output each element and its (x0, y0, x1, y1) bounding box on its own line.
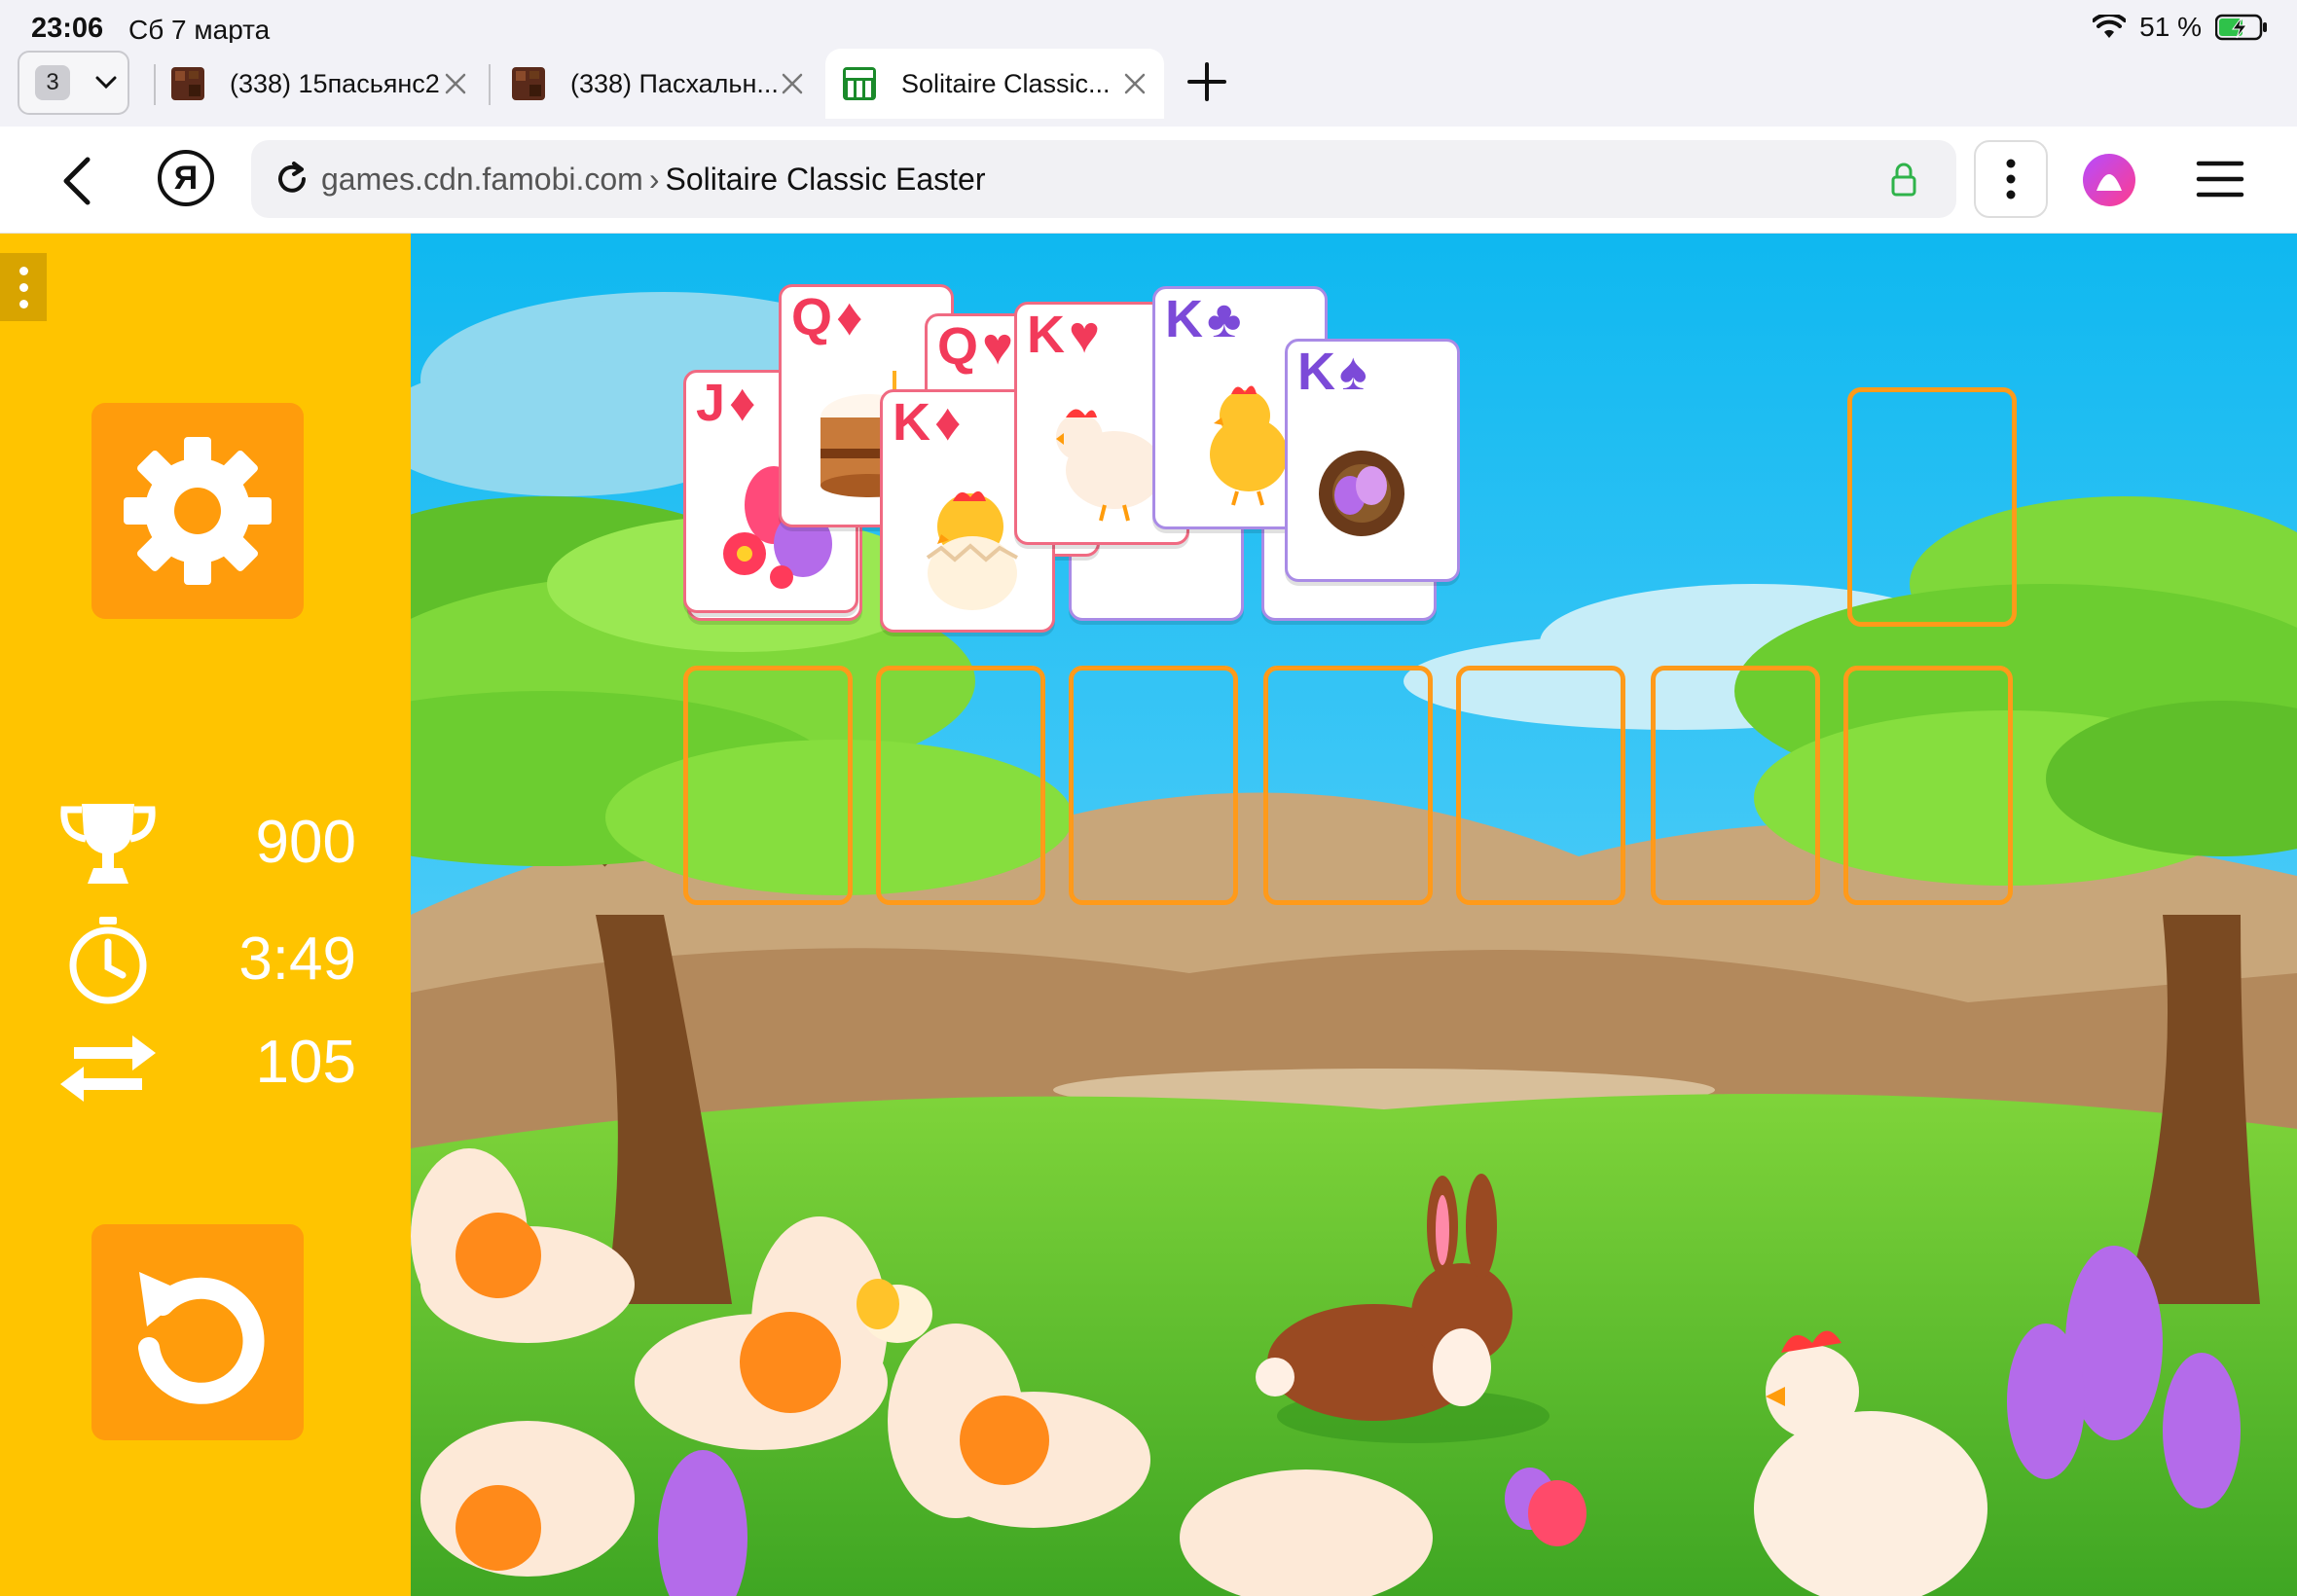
tab-title: (338) 15пасьянс2 (230, 68, 440, 98)
card-rank-suit: Q ♦ (791, 291, 863, 344)
close-icon[interactable] (442, 70, 469, 97)
diamond-suit-icon: ♦ (729, 374, 756, 432)
settings-button[interactable] (91, 403, 304, 619)
tab-separator (489, 64, 491, 105)
game-viewport: 900 3:49 105 J ♦ Q ♦ Q ♥ K ♦ K ♥ K ♣ K ♠ (0, 234, 2297, 1596)
heart-suit-icon: ♥ (982, 317, 1014, 376)
tableau-slot-2[interactable] (876, 666, 1045, 905)
tableau-slot-5[interactable] (1456, 666, 1625, 905)
card-rank: K (1297, 343, 1335, 401)
moves-value: 105 (255, 1029, 356, 1096)
tab-favicon (512, 67, 545, 100)
yandex-logo-button[interactable]: Я (158, 150, 214, 206)
card-rank-suit: Q ♥ (937, 320, 1013, 373)
score-value: 900 (255, 809, 356, 876)
tab-solitaire-classic[interactable]: Solitaire Classic... (825, 49, 1164, 119)
egg-nest-art (1319, 451, 1404, 536)
tab-title: Solitaire Classic... (901, 68, 1111, 98)
game-menu-dots-button[interactable] (0, 253, 47, 321)
card-rank: Q (937, 317, 979, 376)
tab-title: (338) Пасхальн... (570, 68, 779, 98)
card-rank: Q (791, 288, 833, 346)
more-options-button[interactable] (1974, 140, 2048, 218)
tab-15-solitaire[interactable]: (338) 15пасьянс2 (154, 49, 485, 119)
score-display: 900 (55, 800, 356, 888)
wifi-icon (2093, 15, 2127, 38)
battery-charging-icon (2215, 14, 2267, 41)
chevron-down-icon (95, 76, 117, 90)
url-separator: › (648, 162, 660, 197)
lock-icon[interactable] (1888, 162, 1919, 197)
close-icon[interactable] (1121, 70, 1148, 97)
undo-button[interactable] (91, 1224, 304, 1440)
address-bar[interactable]: games.cdn.famobi.com › Solitaire Classic E… (251, 140, 1956, 218)
status-date: Сб 7 марта (128, 15, 271, 45)
heart-suit-icon: ♥ (1069, 306, 1101, 364)
battery-percent: 51 % (2139, 12, 2202, 42)
vertical-dots-icon (2006, 159, 2016, 200)
status-indicators: 51 % (2093, 12, 2268, 43)
navigation-bar: Я games.cdn.famobi.com › Solitaire Classic… (0, 127, 2297, 234)
url-text: games.cdn.famobi.com › Solitaire Classic E… (321, 162, 985, 198)
url-page-title: Solitaire Classic Easter (665, 162, 986, 197)
tab-favicon (843, 67, 876, 100)
tableau-slot-1[interactable] (683, 666, 853, 905)
alice-assistant-icon[interactable] (2081, 152, 2137, 208)
card-rank-suit: J ♦ (696, 377, 756, 429)
tab-easter-solitaire[interactable]: (338) Пасхальн... (494, 49, 821, 119)
new-tab-plus-icon[interactable] (1185, 60, 1228, 103)
club-suit-icon: ♣ (1207, 290, 1242, 348)
gear-icon (124, 437, 272, 585)
tableau-slot-4[interactable] (1263, 666, 1433, 905)
status-bar: 23:06 Сб 7 марта 51 % (0, 0, 2297, 45)
card-king-spades[interactable]: K ♠ (1285, 339, 1460, 582)
tableau-slot-3[interactable] (1069, 666, 1238, 905)
back-arrow-icon[interactable] (55, 154, 101, 208)
tableau-slot-6[interactable] (1651, 666, 1820, 905)
card-rank-suit: K ♦ (893, 396, 962, 449)
card-rank-suit: K ♣ (1165, 293, 1241, 345)
tab-bar: 3 (338) 15пасьянс2 (338) Пасхальн... Sol… (0, 43, 2297, 127)
trophy-icon (60, 804, 156, 884)
card-rank-suit: K ♥ (1027, 308, 1100, 361)
close-icon[interactable] (779, 70, 806, 97)
spade-suit-icon: ♠ (1339, 343, 1367, 401)
tableau-slot-7[interactable] (1843, 666, 2013, 905)
swap-arrows-icon (60, 1035, 156, 1102)
moves-display: 105 (55, 1020, 356, 1107)
reload-icon[interactable] (273, 160, 311, 199)
foundation-slot[interactable] (1847, 387, 2017, 627)
hamburger-menu-icon[interactable] (2196, 158, 2244, 200)
tab-favicon (171, 67, 204, 100)
card-rank: K (1027, 306, 1065, 364)
stopwatch-icon (69, 917, 147, 1004)
diamond-suit-icon: ♦ (934, 393, 962, 452)
time-display: 3:49 (55, 917, 356, 1004)
card-rank-suit: K ♠ (1297, 345, 1367, 398)
tab-switcher-button[interactable]: 3 (18, 51, 129, 115)
time-value: 3:49 (238, 925, 356, 993)
undo-icon (138, 1272, 265, 1404)
tab-count-badge: 3 (35, 65, 70, 100)
diamond-suit-icon: ♦ (836, 288, 863, 346)
game-side-panel: 900 3:49 105 (0, 234, 411, 1596)
card-rank: J (696, 374, 726, 432)
card-rank: K (893, 393, 930, 452)
status-time: 23:06 (31, 13, 104, 44)
card-rank: K (1165, 290, 1203, 348)
url-domain: games.cdn.famobi.com (321, 162, 643, 197)
